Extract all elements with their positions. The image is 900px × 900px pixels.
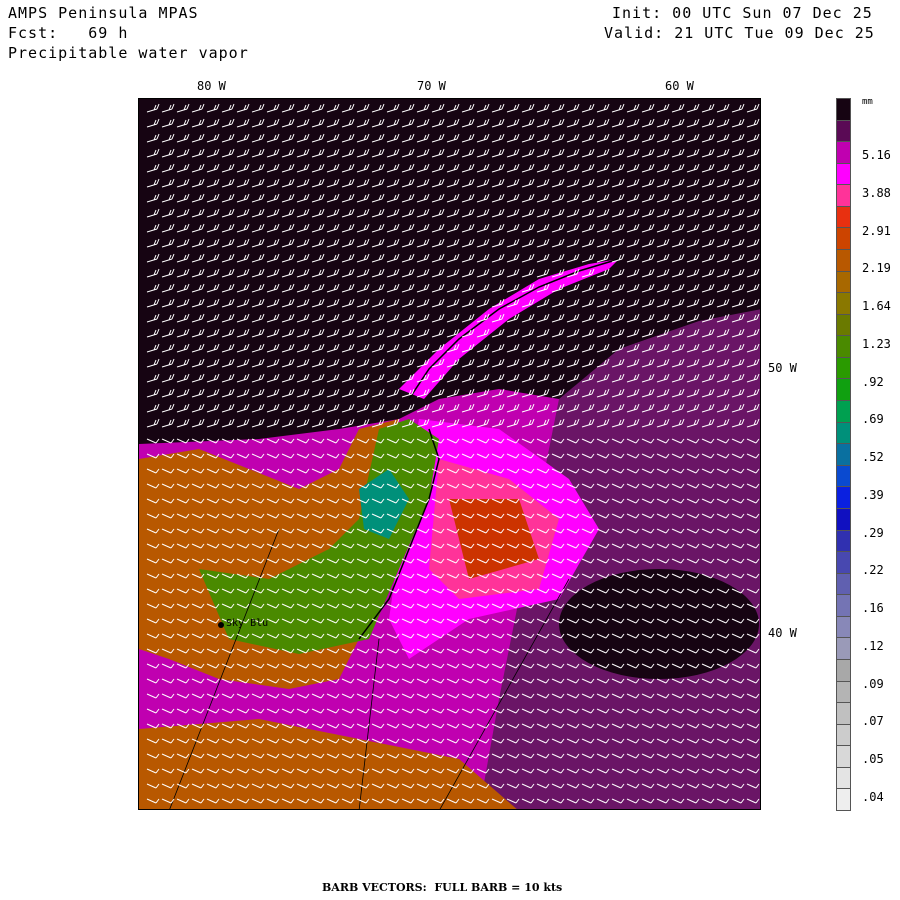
colorbar-swatch — [836, 249, 851, 272]
colorbar-swatch — [836, 788, 851, 811]
colorbar-label: .39 — [862, 487, 884, 502]
colorbar-label: .16 — [862, 601, 884, 616]
colorbar-swatch — [836, 615, 851, 639]
colorbar-swatch — [836, 529, 851, 553]
colorbar-swatch — [836, 486, 851, 509]
colorbar-label: 2.19 — [862, 261, 891, 276]
colorbar-swatch — [836, 98, 851, 121]
colorbar-swatch — [836, 227, 851, 251]
colorbar-swatch — [836, 356, 851, 380]
colorbar-swatch — [836, 702, 851, 725]
colorbar-swatch — [836, 162, 851, 186]
colorbar-label: .29 — [862, 525, 884, 540]
colorbar-swatch — [836, 400, 851, 423]
colorbar-swatch — [836, 184, 851, 207]
colorbar-label: .07 — [862, 714, 884, 729]
colorbar-swatch — [836, 443, 851, 466]
colorbar-swatch — [836, 270, 851, 294]
station-label: Sky Blu — [226, 618, 269, 629]
colorbar-swatch — [836, 572, 851, 596]
field-name: Precipitable water vapor — [8, 44, 249, 62]
colorbar-swatch — [836, 378, 851, 402]
dry-pocket-east — [559, 569, 759, 679]
lon-label-50w: 50 W — [768, 361, 797, 375]
colorbar-swatch — [836, 292, 851, 315]
colorbar-label: .22 — [862, 563, 884, 578]
colorbar-swatch — [836, 119, 851, 143]
model-title: AMPS Peninsula MPAS — [8, 4, 199, 22]
barb-legend: BARB VECTORS: FULL BARB = 10 kts — [322, 881, 563, 894]
colorbar-swatch — [836, 723, 851, 747]
colorbar-units: mm — [862, 97, 873, 107]
lon-label-70w: 70 W — [417, 79, 446, 93]
colorbar-label: .69 — [862, 412, 884, 427]
lon-label-80w: 80 W — [197, 79, 226, 93]
colorbar-swatch — [836, 464, 851, 488]
colorbar-swatch — [836, 421, 851, 445]
colorbar-label: 2.91 — [862, 223, 891, 238]
colorbar-swatch — [836, 745, 851, 768]
colorbar-label: .92 — [862, 374, 884, 389]
pwv-field — [139, 99, 760, 809]
init-time: Init: 00 UTC Sun 07 Dec 25 — [612, 4, 873, 22]
valid-time: Valid: 21 UTC Tue 09 Dec 25 — [604, 24, 875, 42]
colorbar-label: .52 — [862, 450, 884, 465]
colorbar-label: 5.16 — [862, 148, 891, 162]
colorbar-swatch — [836, 594, 851, 617]
colorbar-swatch — [836, 507, 851, 531]
station-marker — [218, 622, 224, 628]
colorbar-label: 1.64 — [862, 299, 891, 314]
lon-label-60w: 60 W — [665, 79, 694, 93]
lon-label-40w: 40 W — [768, 626, 797, 640]
colorbar-swatch — [836, 335, 851, 358]
map-panel: Sky Blu — [138, 98, 761, 810]
colorbar-swatch — [836, 141, 851, 164]
colorbar-swatch — [836, 205, 851, 229]
colorbar-label: 1.23 — [862, 336, 891, 351]
colorbar-label: .05 — [862, 752, 884, 767]
colorbar — [836, 98, 851, 811]
colorbar-label: .09 — [862, 676, 884, 691]
colorbar-swatch — [836, 313, 851, 337]
forecast-hour: Fcst: 69 h — [8, 24, 129, 42]
colorbar-swatch — [836, 637, 851, 660]
colorbar-label: .04 — [862, 790, 884, 804]
colorbar-label: 3.88 — [862, 185, 891, 200]
colorbar-swatch — [836, 680, 851, 704]
colorbar-swatch — [836, 766, 851, 790]
colorbar-swatch — [836, 658, 851, 682]
colorbar-label: .12 — [862, 638, 884, 653]
colorbar-swatch — [836, 551, 851, 574]
